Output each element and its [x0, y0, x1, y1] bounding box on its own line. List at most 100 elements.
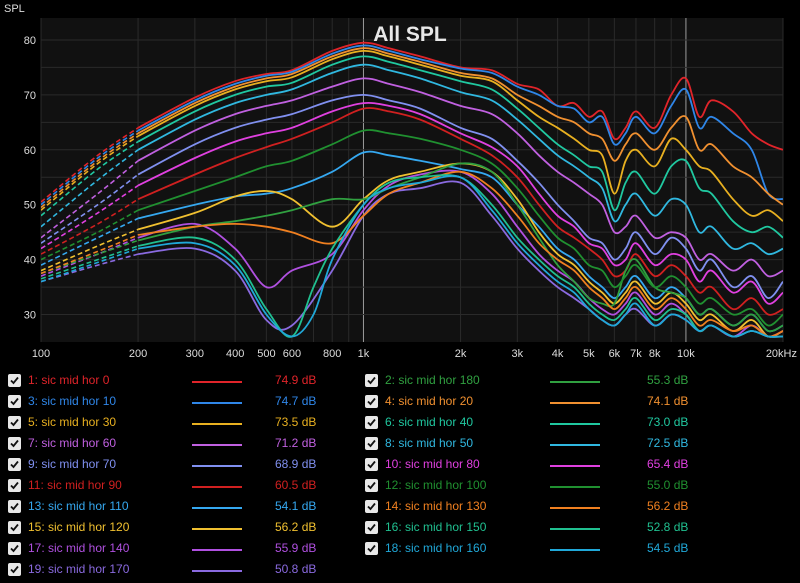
legend-value: 54.1 dB: [275, 499, 317, 513]
legend-item: 8: sic mid hor 50 72.5 dB: [365, 434, 765, 455]
legend-checkbox[interactable]: [8, 500, 21, 513]
x-tick-label: 7k: [630, 348, 642, 360]
legend-series-name: 12: sic mid hor 100: [385, 478, 487, 492]
legend-checkbox[interactable]: [8, 563, 21, 576]
legend-item: 11: sic mid hor 90 60.5 dB: [8, 476, 408, 497]
x-tick-label: 800: [323, 348, 341, 360]
x-tick-label: 10k: [677, 348, 695, 360]
legend-line-swatch: [550, 423, 600, 425]
y-tick-label: 80: [24, 35, 36, 47]
legend-item: 17: sic mid hor 140 55.9 dB: [8, 539, 408, 560]
legend-value: 56.2 dB: [647, 499, 689, 513]
legend-checkbox[interactable]: [365, 458, 378, 471]
legend-line-swatch: [550, 486, 600, 488]
legend-series-name: 6: sic mid hor 40: [385, 415, 474, 429]
legend-value: 74.7 dB: [275, 394, 317, 408]
legend-line-swatch: [550, 381, 600, 383]
legend-item: 18: sic mid hor 160 54.5 dB: [365, 539, 765, 560]
x-tick-label: 8k: [649, 348, 661, 360]
legend-series-name: 1: sic mid hor 0: [28, 373, 110, 387]
legend-series-name: 7: sic mid hor 60: [28, 436, 117, 450]
legend-series-name: 4: sic mid hor 20: [385, 394, 474, 408]
legend-item: 7: sic mid hor 60 71.2 dB: [8, 434, 408, 455]
y-tick-label: 40: [24, 255, 36, 267]
legend-series-name: 16: sic mid hor 150: [385, 520, 487, 534]
legend-series-name: 17: sic mid hor 140: [28, 541, 130, 555]
legend-series-name: 9: sic mid hor 70: [28, 457, 117, 471]
legend-line-swatch: [192, 423, 242, 425]
legend-checkbox[interactable]: [365, 374, 378, 387]
legend-value: 72.5 dB: [647, 436, 689, 450]
legend-value: 55.9 dB: [275, 541, 317, 555]
legend-value: 74.9 dB: [275, 373, 317, 387]
legend-checkbox[interactable]: [8, 437, 21, 450]
y-tick-label: 50: [24, 200, 36, 212]
legend-line-swatch: [192, 528, 242, 530]
legend-line-swatch: [192, 570, 242, 572]
legend-series-name: 13: sic mid hor 110: [28, 499, 129, 513]
y-tick-label: 70: [24, 90, 36, 102]
legend-line-swatch: [550, 507, 600, 509]
x-tick-label: 6k: [609, 348, 621, 360]
legend-checkbox[interactable]: [8, 395, 21, 408]
legend-series-name: 15: sic mid hor 120: [28, 520, 130, 534]
x-tick-label: 200: [129, 348, 147, 360]
legend-checkbox[interactable]: [365, 395, 378, 408]
legend-value: 54.5 dB: [647, 541, 689, 555]
legend-checkbox[interactable]: [365, 521, 378, 534]
legend-checkbox[interactable]: [8, 458, 21, 471]
legend-checkbox[interactable]: [365, 542, 378, 555]
legend-series-name: 8: sic mid hor 50: [385, 436, 474, 450]
legend-item: 15: sic mid hor 120 56.2 dB: [8, 518, 408, 539]
legend-series-name: 14: sic mid hor 130: [385, 499, 487, 513]
legend-series-name: 19: sic mid hor 170: [28, 562, 130, 576]
legend-checkbox[interactable]: [8, 542, 21, 555]
y-tick-label: 30: [24, 310, 36, 322]
legend-series-name: 2: sic mid hor 180: [385, 373, 480, 387]
legend-checkbox[interactable]: [8, 479, 21, 492]
legend-item: 3: sic mid hor 10 74.7 dB: [8, 392, 408, 413]
legend-line-swatch: [192, 549, 242, 551]
legend-value: 52.8 dB: [647, 520, 689, 534]
legend-item: 4: sic mid hor 20 74.1 dB: [365, 392, 765, 413]
legend-item: 16: sic mid hor 150 52.8 dB: [365, 518, 765, 539]
legend-value: 60.5 dB: [275, 478, 317, 492]
legend-series-name: 18: sic mid hor 160: [385, 541, 487, 555]
x-tick-label: 2k: [455, 348, 467, 360]
legend-line-swatch: [550, 465, 600, 467]
legend-line-swatch: [550, 549, 600, 551]
x-tick-label: 1k: [358, 348, 370, 360]
legend-checkbox[interactable]: [8, 521, 21, 534]
legend-item: 9: sic mid hor 70 68.9 dB: [8, 455, 408, 476]
legend-line-swatch: [192, 381, 242, 383]
legend-value: 55.0 dB: [647, 478, 689, 492]
legend-checkbox[interactable]: [365, 500, 378, 513]
legend-value: 50.8 dB: [275, 562, 317, 576]
legend-checkbox[interactable]: [8, 416, 21, 429]
x-tick-label: 5k: [583, 348, 595, 360]
legend-line-swatch: [192, 486, 242, 488]
legend-checkbox[interactable]: [365, 437, 378, 450]
legend-series-name: 11: sic mid hor 90: [28, 478, 122, 492]
legend-value: 68.9 dB: [275, 457, 317, 471]
legend-line-swatch: [550, 444, 600, 446]
legend-item: 6: sic mid hor 40 73.0 dB: [365, 413, 765, 434]
legend-series-name: 10: sic mid hor 80: [385, 457, 480, 471]
legend-series-name: 5: sic mid hor 30: [28, 415, 117, 429]
x-tick-label: 400: [226, 348, 244, 360]
legend-line-swatch: [550, 402, 600, 404]
chart-title: All SPL: [373, 23, 447, 46]
legend-series-name: 3: sic mid hor 10: [28, 394, 117, 408]
x-tick-label: 300: [186, 348, 204, 360]
x-tick-label: 20kHz: [766, 348, 797, 360]
legend-item: 14: sic mid hor 130 56.2 dB: [365, 497, 765, 518]
legend-line-swatch: [192, 402, 242, 404]
legend-checkbox[interactable]: [8, 374, 21, 387]
legend-value: 65.4 dB: [647, 457, 689, 471]
legend-checkbox[interactable]: [365, 479, 378, 492]
legend-checkbox[interactable]: [365, 416, 378, 429]
legend-value: 55.3 dB: [647, 373, 689, 387]
x-tick-label: 4k: [552, 348, 564, 360]
x-tick-label: 600: [283, 348, 301, 360]
x-tick-label: 3k: [512, 348, 524, 360]
